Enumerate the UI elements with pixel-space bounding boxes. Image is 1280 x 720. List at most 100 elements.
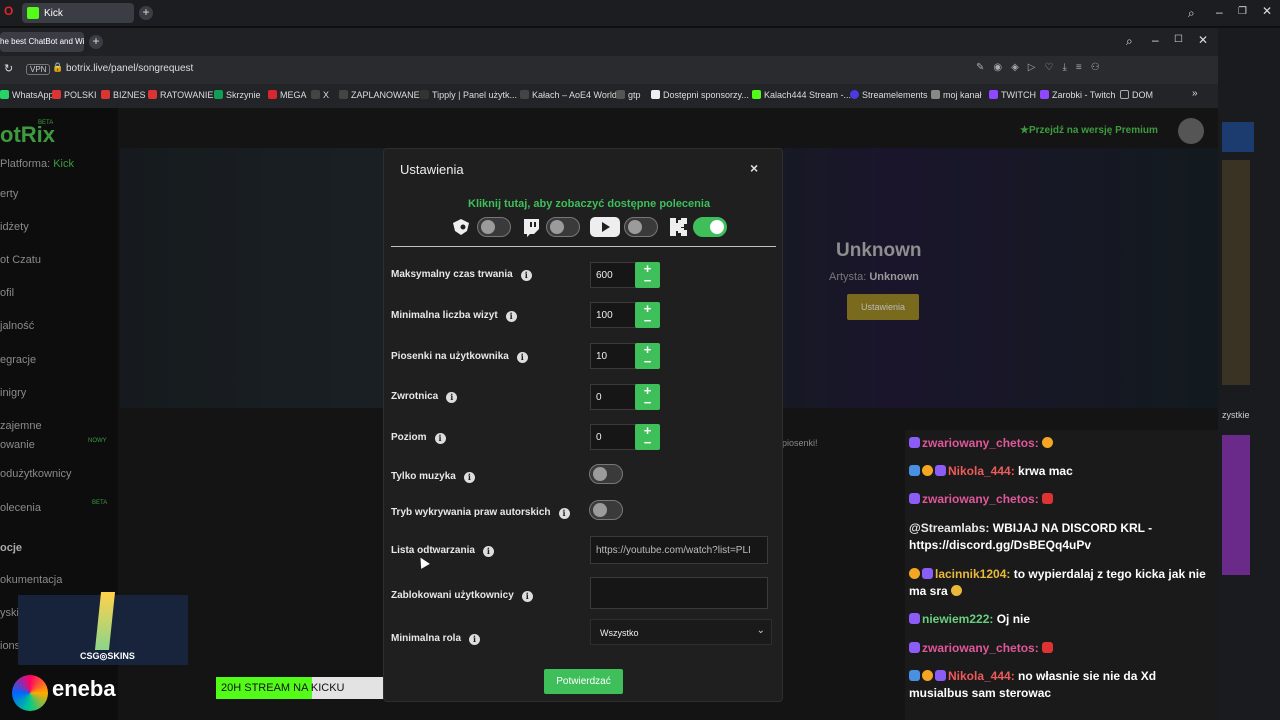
filter-all-label[interactable]: zystkie	[1222, 410, 1250, 420]
info-icon[interactable]: i	[463, 472, 475, 483]
avatar[interactable]	[1178, 118, 1204, 144]
search-icon-2[interactable]: ⌕	[1126, 34, 1133, 49]
eneba-logo: eneba	[52, 676, 116, 701]
bookmark-item[interactable]: Zarobki - Twitch	[1040, 90, 1115, 100]
sidebar-item[interactable]: egracje	[0, 354, 36, 366]
min-role-label: Minimalna rola i	[391, 633, 481, 645]
toggle-kick[interactable]	[693, 217, 727, 237]
bookmark-item[interactable]: BIZNES	[101, 90, 146, 100]
bookmark-item[interactable]: moj kanał	[931, 90, 982, 100]
close-window-button[interactable]: ✕	[1262, 4, 1272, 18]
min-visits-stepper[interactable]: + −	[635, 302, 660, 328]
player-settings-button[interactable]: Ustawienia	[847, 294, 919, 320]
bookmark-item[interactable]: WhatsApp	[0, 90, 54, 100]
premium-link[interactable]: ★Przejdź na wersję Premium	[1020, 125, 1158, 136]
bookmark-item[interactable]: Kałach – AoE4 World	[520, 90, 617, 100]
bookmark-item[interactable]: Streamelements	[850, 90, 928, 100]
new-tab-button[interactable]: +	[139, 6, 153, 20]
sidebar-item[interactable]: owanie	[0, 439, 35, 451]
toggle-copyright[interactable]	[589, 500, 623, 520]
info-icon[interactable]: i	[520, 270, 532, 281]
bookmark-item[interactable]: RATOWANIE	[148, 90, 213, 100]
cooldown-input[interactable]: 0	[590, 384, 636, 410]
max-duration-label: Maksymalny czas trwania i	[391, 269, 532, 281]
info-icon[interactable]: i	[434, 433, 446, 444]
bookmark-item[interactable]: X	[311, 90, 329, 100]
minimize-button-2[interactable]: –	[1152, 33, 1159, 47]
partial-text: piosenki!	[782, 438, 818, 448]
sidebar-item[interactable]: ofil	[0, 287, 14, 299]
info-icon[interactable]: i	[521, 591, 533, 602]
sidebar-item[interactable]: ot Czatu	[0, 254, 41, 266]
sidebar-section: ocje	[0, 542, 23, 554]
sidebar-item[interactable]: idżety	[0, 221, 29, 233]
cooldown-label: Zwrotnica i	[391, 391, 458, 403]
bookmark-item[interactable]: ZAPLANOWANE	[339, 90, 420, 100]
min-role-select[interactable]: Wszystko ⌄	[590, 619, 772, 645]
new-tab-button-2[interactable]: +	[89, 35, 103, 49]
bookmark-item[interactable]: MEGA	[268, 90, 307, 100]
chat-message: zwariowany_chetos:	[909, 435, 1214, 452]
bookmark-item[interactable]: Tipply | Panel użytk...	[420, 90, 517, 100]
sidebar-item[interactable]: erty	[0, 188, 18, 200]
songs-per-user-input[interactable]: 10	[590, 343, 636, 369]
toggle-botrix[interactable]	[477, 217, 511, 237]
info-icon[interactable]: i	[505, 311, 517, 322]
toggle-music-only[interactable]	[589, 464, 623, 484]
sidebar-item[interactable]: okumentacja	[0, 574, 62, 586]
chat-message: zwariowany_chetos:	[909, 640, 1214, 657]
minimize-button[interactable]: –	[1216, 5, 1223, 19]
close-icon[interactable]: ×	[750, 160, 758, 176]
modal-divider	[391, 246, 776, 247]
commands-link[interactable]: Kliknij tutaj, aby zobaczyć dostępne pol…	[468, 198, 710, 210]
sidebar-item[interactable]: olecenia	[0, 502, 41, 514]
lock-icon: 🔒	[52, 62, 64, 72]
info-icon[interactable]: i	[558, 508, 570, 519]
close-window-button-2[interactable]: ✕	[1198, 33, 1208, 47]
chevron-down-icon: ⌄	[756, 625, 765, 636]
nowy-badge: NOWY	[88, 438, 107, 444]
toggle-twitch[interactable]	[546, 217, 580, 237]
toggle-youtube[interactable]	[624, 217, 658, 237]
bookmark-item[interactable]: DOM	[1120, 90, 1153, 100]
emote-icon	[1042, 493, 1054, 504]
bookmark-item[interactable]: POLSKI	[52, 90, 97, 100]
restore-button[interactable]: ❐	[1238, 6, 1247, 17]
chat-message: Nikola_444: no własnie sie nie da Xd mus…	[909, 669, 1157, 700]
blocked-users-input[interactable]	[590, 577, 768, 609]
bookmark-item[interactable]: gtp	[616, 90, 641, 100]
bookmark-item[interactable]: TWITCH	[989, 90, 1036, 100]
bookmarks-overflow-icon[interactable]: »	[1192, 88, 1198, 99]
opera-logo-icon[interactable]: O	[4, 4, 18, 24]
confirm-button[interactable]: Potwierdzać	[544, 669, 623, 694]
level-input[interactable]: 0	[590, 424, 636, 450]
address-toolbar-icons[interactable]: ✎◉◈▷♡⤓≡⚇	[976, 62, 1109, 73]
search-icon[interactable]: ⌕	[1188, 6, 1195, 21]
cooldown-stepper[interactable]: + −	[635, 384, 660, 410]
info-icon[interactable]: i	[482, 546, 494, 557]
max-duration-input[interactable]: 600	[590, 262, 636, 288]
emote-icon	[1042, 642, 1054, 653]
reload-icon[interactable]: ↻	[4, 62, 13, 75]
bookmark-item[interactable]: Kalach444 Stream -...	[752, 90, 851, 100]
bookmark-item[interactable]: Skrzynie	[214, 90, 261, 100]
level-stepper[interactable]: + −	[635, 424, 660, 450]
sidebar-item[interactable]: yski	[0, 607, 19, 619]
sidebar-item[interactable]: odużytkownicy	[0, 468, 72, 480]
min-visits-input[interactable]: 100	[590, 302, 636, 328]
sidebar-item[interactable]: jalność	[0, 320, 34, 332]
sidebar-item[interactable]: inigry	[0, 387, 26, 399]
sidebar-item[interactable]: zajemne	[0, 420, 42, 432]
max-duration-stepper[interactable]: + −	[635, 262, 660, 288]
songs-per-user-stepper[interactable]: + −	[635, 343, 660, 369]
url-field[interactable]: botrix.live/panel/songrequest	[66, 63, 193, 74]
bookmark-item[interactable]: Dostępni sponsorzy...	[651, 90, 749, 100]
info-icon[interactable]: i	[446, 392, 458, 403]
tab-botrix[interactable]: he best ChatBot and Wid	[0, 32, 84, 52]
maximize-button-2[interactable]: ☐	[1174, 34, 1183, 45]
tab-kick[interactable]: Kick	[22, 3, 134, 23]
info-icon[interactable]: i	[469, 634, 481, 645]
vpn-badge[interactable]: VPN	[26, 64, 51, 75]
info-icon[interactable]: i	[516, 352, 528, 363]
playlist-input[interactable]: https://youtube.com/watch?list=PLI	[590, 536, 768, 564]
